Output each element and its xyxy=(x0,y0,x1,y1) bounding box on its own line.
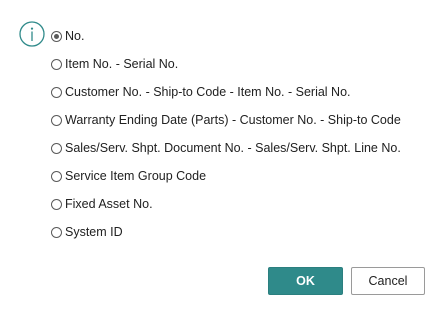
option-sales-serv-shpt-document[interactable]: Sales/Serv. Shpt. Document No. - Sales/S… xyxy=(51,134,401,162)
option-customer-no-ship-to-item-serial[interactable]: Customer No. - Ship-to Code - Item No. -… xyxy=(51,78,401,106)
option-label: Item No. - Serial No. xyxy=(65,56,179,71)
option-label: Sales/Serv. Shpt. Document No. - Sales/S… xyxy=(65,140,401,155)
option-fixed-asset-no[interactable]: Fixed Asset No. xyxy=(51,190,401,218)
selection-dialog: No. Item No. - Serial No. Customer No. -… xyxy=(0,0,443,312)
ok-button[interactable]: OK xyxy=(268,267,343,295)
option-warranty-ending-date[interactable]: Warranty Ending Date (Parts) - Customer … xyxy=(51,106,401,134)
option-service-item-group-code[interactable]: Service Item Group Code xyxy=(51,162,401,190)
option-label: No. xyxy=(65,28,85,43)
option-label: Warranty Ending Date (Parts) - Customer … xyxy=(65,112,401,127)
option-no[interactable]: No. xyxy=(51,22,401,50)
option-label: Customer No. - Ship-to Code - Item No. -… xyxy=(65,84,351,99)
info-icon xyxy=(19,21,45,47)
radio-button[interactable] xyxy=(51,226,62,238)
radio-button[interactable] xyxy=(51,142,62,154)
radio-button[interactable] xyxy=(51,86,62,98)
option-label: Service Item Group Code xyxy=(65,168,207,183)
cancel-button[interactable]: Cancel xyxy=(351,267,425,295)
radio-button[interactable] xyxy=(51,58,62,70)
option-system-id[interactable]: System ID xyxy=(51,218,401,246)
option-label: Fixed Asset No. xyxy=(65,196,153,211)
radio-button-selected[interactable] xyxy=(51,30,62,42)
option-list: No. Item No. - Serial No. Customer No. -… xyxy=(51,22,401,246)
option-label: System ID xyxy=(65,224,123,239)
radio-button[interactable] xyxy=(51,198,62,210)
option-item-no-serial-no[interactable]: Item No. - Serial No. xyxy=(51,50,401,78)
radio-button[interactable] xyxy=(51,114,62,126)
radio-button[interactable] xyxy=(51,170,62,182)
